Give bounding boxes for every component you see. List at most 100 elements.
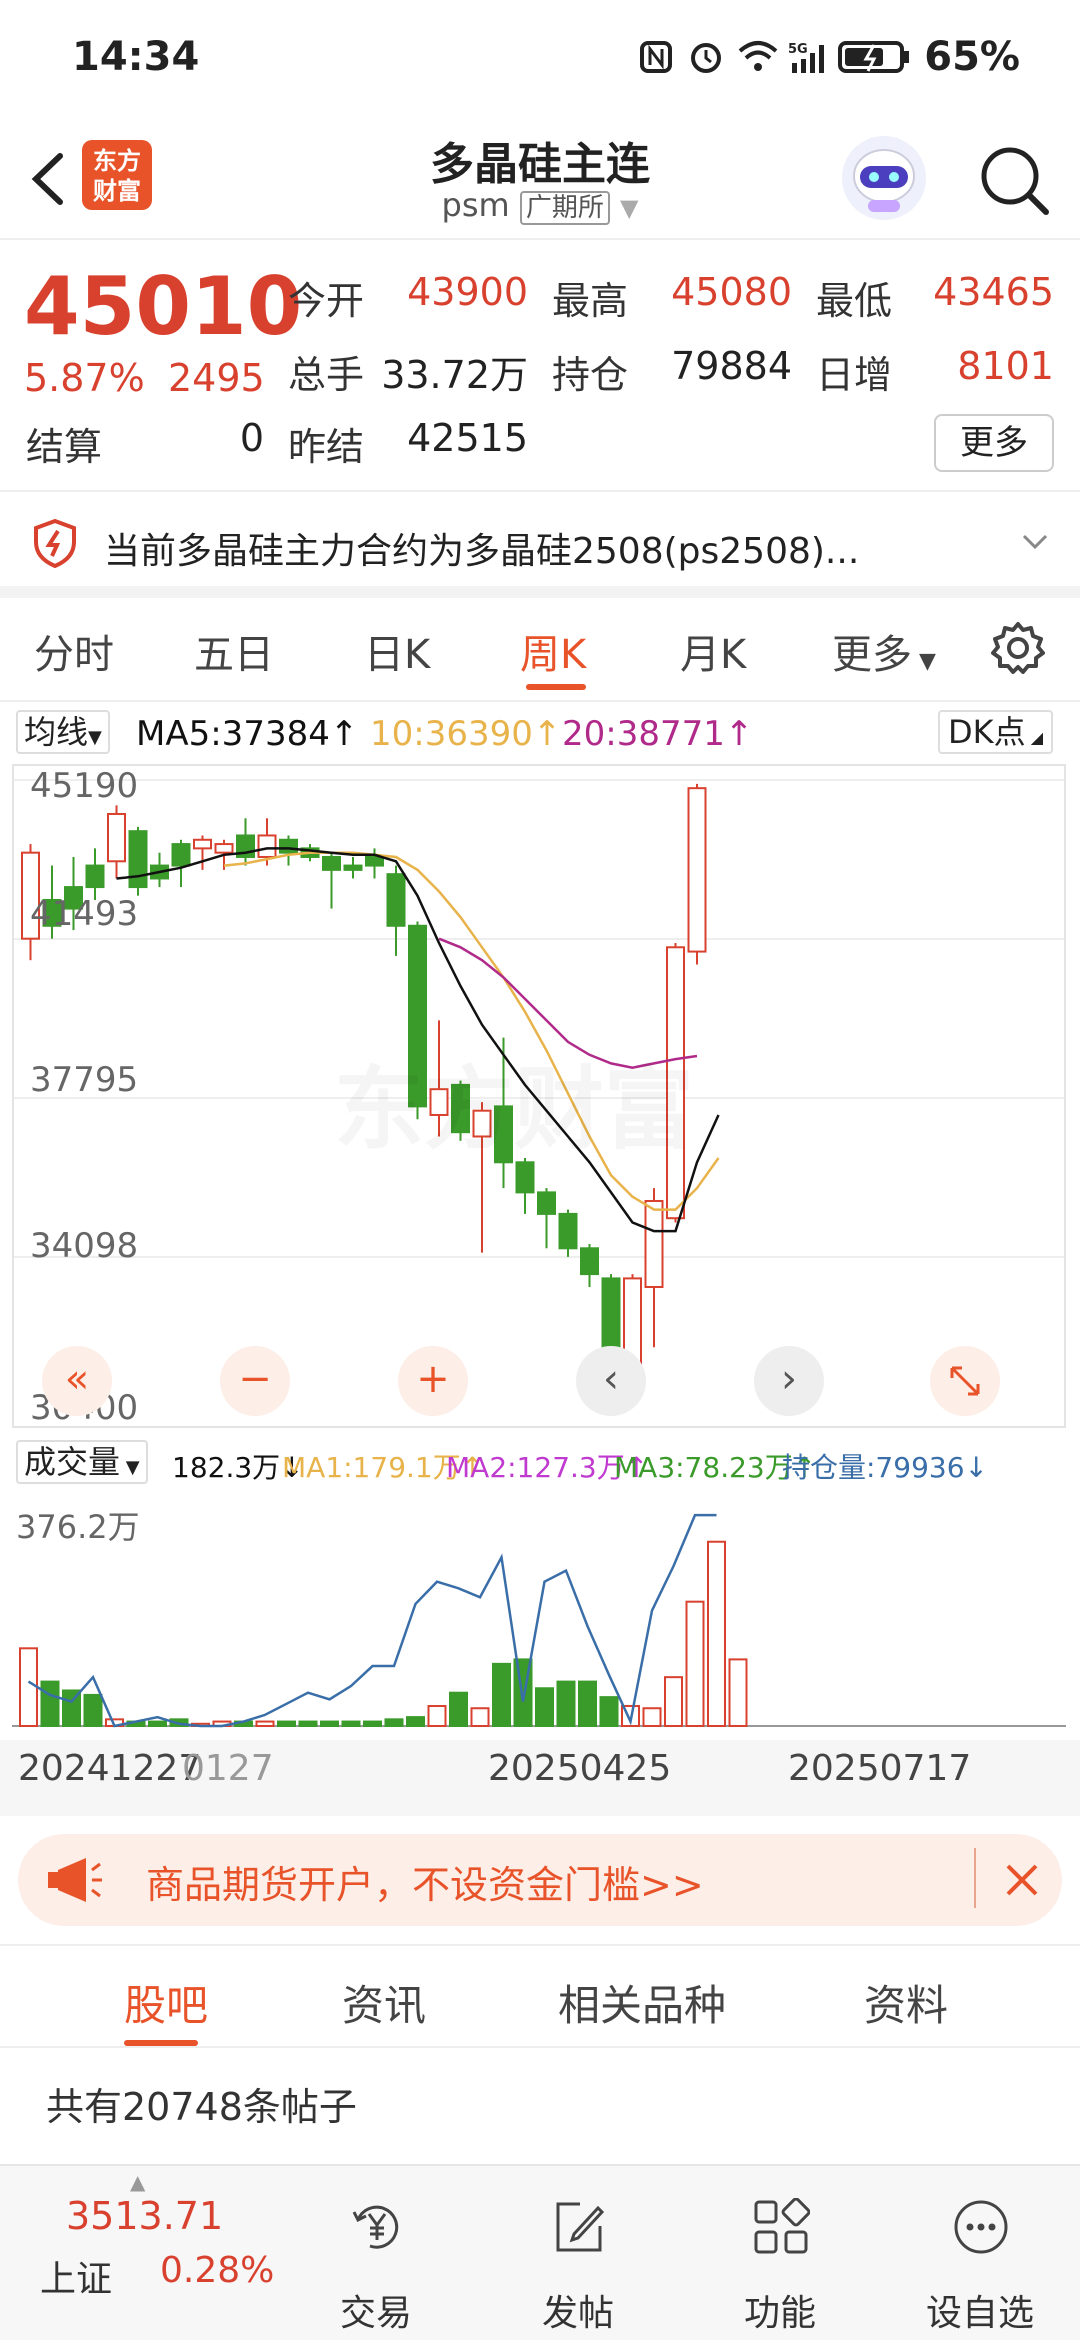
volume-bar [277,1720,296,1727]
candle-body [107,812,126,863]
chevron-down-icon[interactable]: ▼ [620,194,638,222]
volume-chart[interactable]: 376.2万 [12,1494,1066,1730]
ma10-label: 10:36390↑ [370,714,562,754]
candle-body [128,830,148,889]
tab-monthly-k[interactable]: 月K [680,622,746,680]
tab-intraday[interactable]: 分时 [34,622,114,680]
scroll-start-button[interactable]: « [42,1346,112,1416]
open-interest-line-label: 持仓量:79936↓ [782,1451,988,1484]
index-value: 3513.71 [66,2194,224,2238]
candle-body [279,838,298,854]
index-name: 上证 [40,2259,113,2300]
candle-body [386,873,406,927]
nav-add-watchlist-label: 设自选 [925,2293,1034,2334]
volume-bar [642,1707,662,1728]
open-interest-value: 79884 [671,344,792,388]
open-label: 今开 [288,279,365,323]
candle-body [580,1247,599,1276]
volume-bar [341,1720,361,1727]
volume-bar [255,1720,275,1727]
volume-bar [492,1662,511,1727]
grid-icon [754,2198,810,2254]
high-value: 45080 [671,270,792,314]
candle-body [214,843,234,854]
nav-post-label: 发帖 [541,2293,614,2334]
tab-forum[interactable]: 股吧 [124,1972,208,2033]
tab-daily-k[interactable]: 日K [364,622,430,680]
indicator-selector[interactable]: 均线▼ [16,710,110,754]
more-quote-button[interactable]: 更多 [934,414,1054,472]
tab-five-day[interactable]: 五日 [194,622,274,680]
quote-panel: 45010 5.87% 2495 结算 0 今开 43900 最高 45080 … [0,240,1080,492]
search-button[interactable] [976,142,1052,218]
candle-body [558,1212,578,1250]
volume-bar [599,1696,619,1727]
gear-icon[interactable] [990,620,1046,680]
candle-body [515,1161,535,1194]
volume-value: 33.72万 [381,353,528,397]
candle-body [644,1199,664,1288]
fullscreen-icon[interactable] [930,1346,1000,1416]
tab-more[interactable]: 更多 ▼ [832,622,936,680]
zoom-in-button[interactable]: + [398,1346,468,1416]
x-tick-label: 20241227 [18,1748,202,1789]
signal-5g-icon: 5G [788,39,825,75]
x-tick-label: 20250717 [788,1748,972,1789]
zoom-out-button[interactable]: − [220,1346,290,1416]
y-tick-label: 41493 [30,894,139,934]
top-bar: 多晶硅主连 psm 广期所 ▼ 东方财富 [0,120,1080,240]
open-value: 43900 [407,270,528,314]
last-price: 45010 [24,260,303,353]
volume-bar [406,1716,425,1727]
settle-label: 结算 [26,425,103,469]
volume-bar [148,1720,167,1727]
y-tick-label: 45190 [30,766,139,806]
tab-weekly-k[interactable]: 周K [520,622,586,680]
app-logo: 东方财富 [82,140,152,210]
nfc-icon [638,39,674,75]
bottom-nav: ▲ 3513.71 上证 0.28% 交易 发帖 功能 设自选 [0,2164,1080,2340]
settle-value: 0 [239,416,264,460]
megaphone-icon [44,1856,104,1908]
volume-max-label: 376.2万 [16,1508,140,1546]
yen-trade-icon [352,2205,399,2249]
prev-settle-value: 42515 [407,416,528,460]
account-open-banner[interactable]: 商品期货开户，不设资金门槛>> [18,1834,1062,1926]
period-tabs: 分时 五日 日K 周K 月K 更多 ▼ [0,598,1080,702]
x-tick-label: 20250425 [488,1748,672,1789]
ma-legend: 均线▼ MA5:37384↑ 10:36390↑ 20:38771↑ DK点 ◢ [0,704,1080,760]
nav-functions-label: 功能 [743,2293,816,2334]
status-bar: 14:34 5G 65% [0,0,1080,120]
assistant-robot-icon[interactable] [842,136,926,220]
main-contract-notice[interactable]: 当前多晶硅主力合约为多晶硅2508(ps2508)... [0,492,1080,598]
exchange-badge: 广期所 [519,191,610,225]
prev-settle-label: 昨结 [288,425,365,469]
ma5-label: MA5:37384↑ [136,714,359,754]
volume-bar [40,1680,60,1728]
change-percent: 5.87% [24,356,145,400]
alarm-icon [688,39,724,75]
tab-news[interactable]: 资讯 [342,1972,426,2033]
wifi-icon [738,39,778,75]
volume-plot [12,1513,1066,1728]
dk-point-button[interactable]: DK点 ◢ [938,710,1054,754]
volume-bar [556,1680,576,1728]
volume-bar [685,1600,705,1727]
candlestick-chart[interactable]: 东方财富 45190 41493 37795 34098 30400 « − +… [12,764,1066,1428]
status-icons: 5G 65% [638,34,1020,80]
tab-related[interactable]: 相关品种 [558,1972,726,2033]
chevron-right-icon[interactable]: › [754,1346,824,1416]
chevron-left-icon[interactable]: ‹ [576,1346,646,1416]
volume-label: 总手 [288,353,365,397]
close-icon[interactable] [1002,1860,1042,1904]
tab-profile[interactable]: 资料 [864,1972,948,2033]
volume-indicator-selector[interactable]: 成交量 ▼ [16,1440,148,1484]
contract-code: psm [441,186,510,224]
back-button[interactable] [20,144,80,214]
index-ticker[interactable]: ▲ 3513.71 上证 0.28% [0,2166,274,2342]
daily-increase-label: 日增 [816,353,893,397]
battery-icon [838,39,910,75]
volume-bar [427,1705,447,1728]
chevron-down-icon[interactable] [1020,526,1050,560]
daily-increase-value: 8101 [957,344,1054,388]
